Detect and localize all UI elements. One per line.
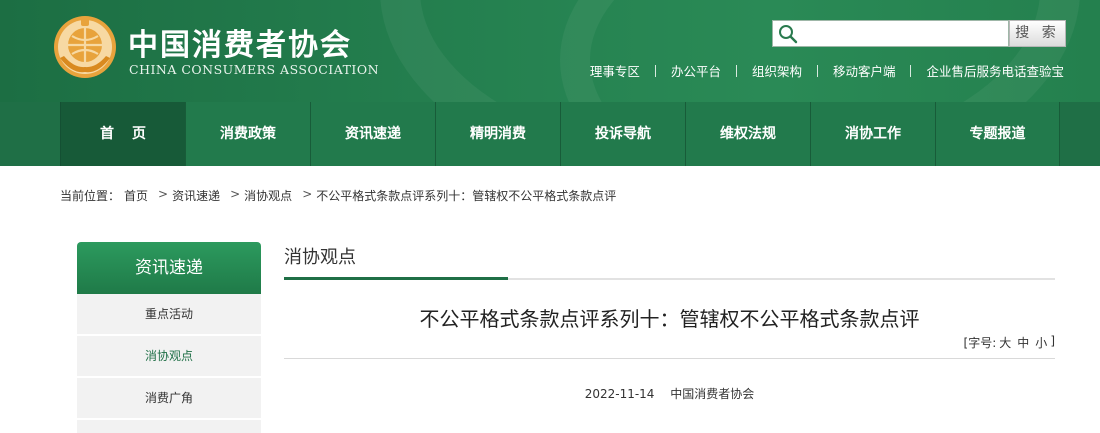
nav-item-policy[interactable]: 消费政策: [185, 102, 310, 166]
nav-item-association-work[interactable]: 消协工作: [810, 102, 935, 166]
breadcrumb-news[interactable]: 资讯速递: [172, 187, 220, 204]
breadcrumb-prefix: 当前位置：: [60, 189, 121, 203]
divider: [735, 64, 737, 77]
top-link-service-check[interactable]: 企业售后服务电话查验宝: [926, 61, 1064, 80]
sidebar-item-key-activities[interactable]: 重点活动: [77, 294, 261, 334]
article-title: 不公平格式条款点评系列十：管辖权不公平格式条款点评: [419, 307, 920, 331]
breadcrumb-separator: >: [302, 187, 313, 201]
nav-item-complaint-guide[interactable]: 投诉导航: [560, 102, 685, 166]
sidebar-title: 资讯速递: [77, 242, 261, 294]
article-source: 中国消费者协会: [670, 387, 755, 401]
site-name-cn[interactable]: 中国消费者协会: [128, 20, 352, 64]
divider: [654, 64, 656, 77]
top-link-organization[interactable]: 组织架构: [752, 61, 802, 80]
sidebar-item-viewpoint[interactable]: 消协观点: [77, 336, 261, 376]
breadcrumb-separator: >: [230, 187, 241, 201]
sidebar-item-consumer-view[interactable]: 消费广角: [77, 378, 261, 418]
font-size-control: [字号: 大 中 小 ]: [964, 334, 1055, 351]
font-size-prefix: [字号:: [963, 336, 997, 350]
breadcrumb: 当前位置： 首页 > 资讯速递 > 消协观点 > 不公平格式条款点评系列十：管辖…: [60, 187, 620, 204]
main-nav: 首页 消费政策 资讯速递 精明消费 投诉导航 维权法规 消协工作 专题报道: [0, 102, 1100, 166]
header-decoration: [560, 0, 1100, 102]
article-meta: 2022-11-14 中国消费者协会: [284, 385, 1055, 402]
section-title: 消协观点: [284, 247, 356, 268]
nav-item-special-report[interactable]: 专题报道: [935, 102, 1060, 166]
top-link-office[interactable]: 办公平台: [671, 61, 721, 80]
font-size-suffix: ]: [1050, 334, 1055, 348]
nav-item-rights-law[interactable]: 维权法规: [685, 102, 810, 166]
breadcrumb-home[interactable]: 首页: [124, 187, 148, 204]
font-size-large-button[interactable]: 大: [999, 334, 1011, 351]
divider: [910, 64, 912, 77]
association-logo-icon[interactable]: [52, 14, 118, 80]
font-size-medium-button[interactable]: 中: [1017, 334, 1029, 351]
article-divider: [284, 358, 1055, 359]
site-header: 中国消费者协会 CHINA CONSUMERS ASSOCIATION 搜 索 …: [0, 0, 1100, 102]
breadcrumb-current: 不公平格式条款点评系列十：管辖权不公平格式条款点评: [316, 189, 617, 203]
breadcrumb-viewpoint[interactable]: 消协观点: [244, 187, 292, 204]
search-icon: [779, 25, 798, 44]
sidebar: 资讯速递 重点活动 消协观点 消费广角: [77, 242, 261, 433]
site-name-en: CHINA CONSUMERS ASSOCIATION: [129, 62, 380, 77]
search-button[interactable]: 搜 索: [1009, 20, 1066, 47]
nav-item-news[interactable]: 资讯速递: [310, 102, 435, 166]
top-link-mobile[interactable]: 移动客户端: [833, 61, 896, 80]
search-box: [772, 20, 1009, 47]
breadcrumb-separator: >: [158, 187, 169, 201]
section-divider-accent: [284, 277, 508, 280]
search-input[interactable]: [801, 23, 1001, 44]
article-date: 2022-11-14: [584, 387, 655, 401]
sidebar-item-more[interactable]: [77, 420, 261, 433]
nav-item-home[interactable]: 首页: [60, 102, 185, 166]
font-size-small-button[interactable]: 小: [1035, 334, 1047, 351]
nav-item-smart-consumption[interactable]: 精明消费: [435, 102, 560, 166]
top-links: 理事专区 办公平台 组织架构 移动客户端 企业售后服务电话查验宝: [590, 61, 1064, 80]
top-link-council[interactable]: 理事专区: [590, 61, 640, 80]
divider: [816, 64, 818, 77]
